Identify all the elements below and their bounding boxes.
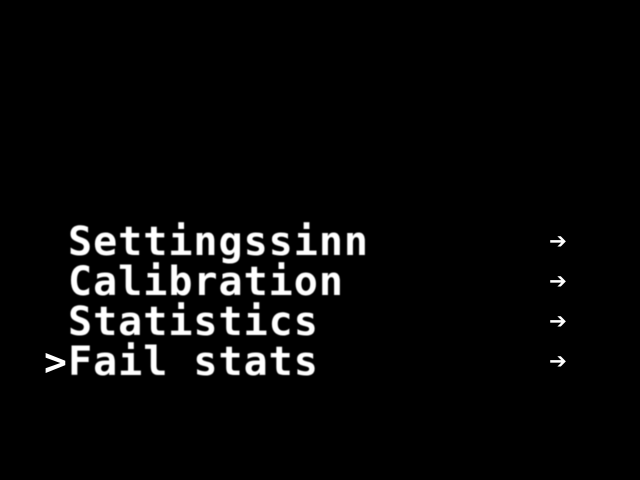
menu-item-label: Fail stats (68, 339, 319, 385)
selection-cursor-icon: > (44, 340, 67, 384)
menu-item-fail-stats[interactable]: > Fail stats ➔ (44, 342, 584, 382)
menu-item-settings[interactable]: Settingssinn ➔ (44, 222, 584, 262)
menu-item-statistics[interactable]: Statistics ➔ (44, 302, 584, 342)
screen: Settingssinn ➔ Calibration ➔ Statistics … (0, 0, 640, 480)
arrow-right-icon: ➔ (548, 264, 568, 299)
menu-item-label: Statistics (68, 299, 319, 345)
main-menu: Settingssinn ➔ Calibration ➔ Statistics … (44, 222, 584, 382)
arrow-right-icon: ➔ (548, 304, 568, 339)
menu-item-label: Settingssinn (68, 219, 369, 265)
arrow-right-icon: ➔ (548, 344, 568, 379)
arrow-right-icon: ➔ (548, 224, 568, 259)
menu-item-label: Calibration (68, 259, 344, 305)
menu-item-calibration[interactable]: Calibration ➔ (44, 262, 584, 302)
